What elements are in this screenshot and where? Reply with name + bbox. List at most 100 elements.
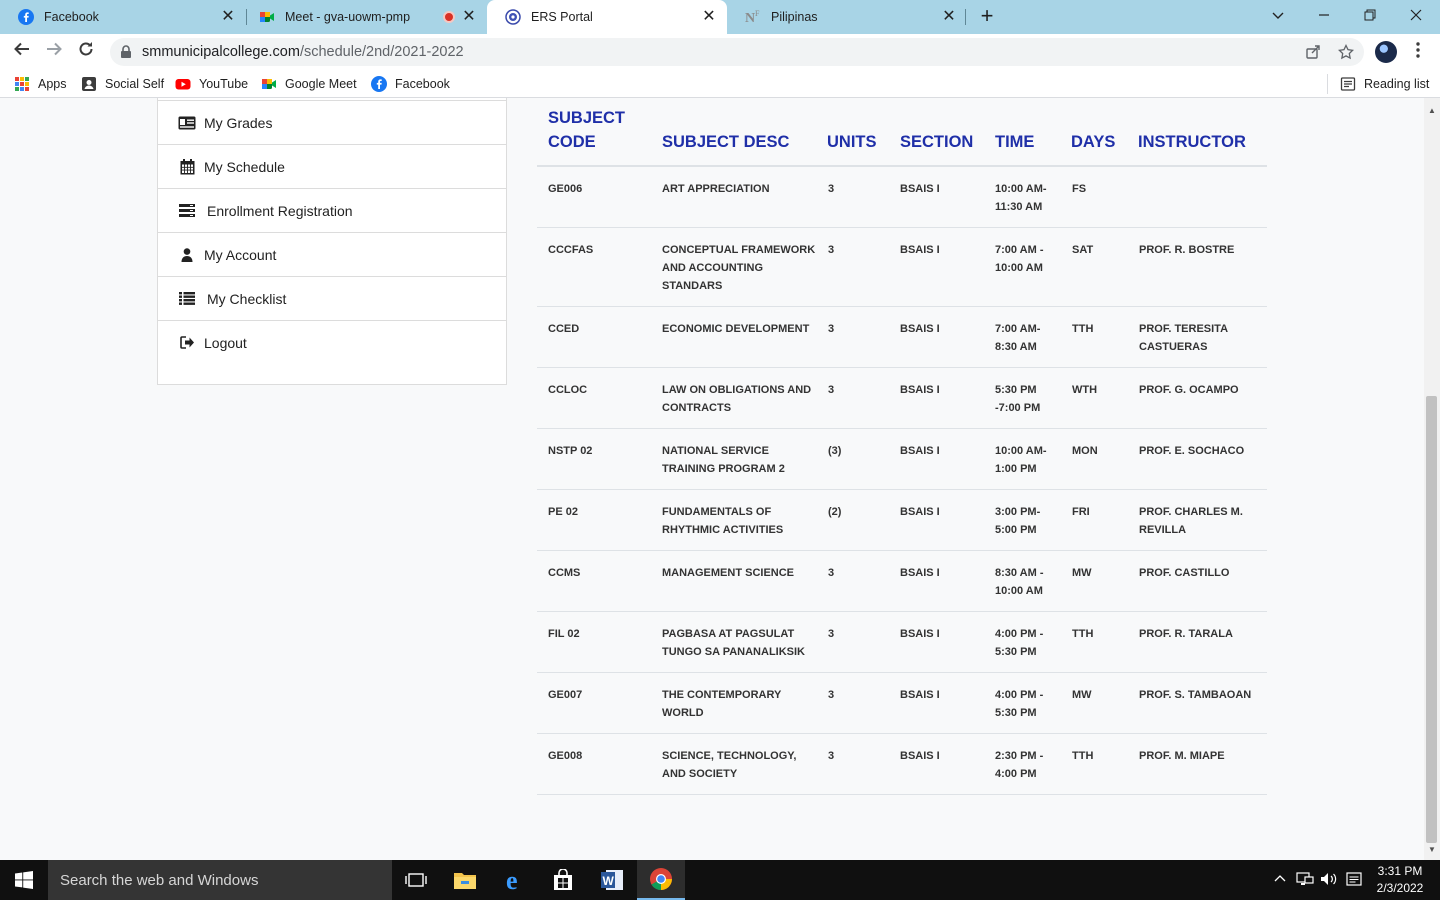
- table-row: CCLOC LAW ON OBLIGATIONS AND CONTRACTS 3 BSA…: [537, 368, 1267, 429]
- cell-days: SAT: [1072, 244, 1094, 256]
- minimize-button[interactable]: [1311, 4, 1337, 28]
- bookmark-label: YouTube: [199, 77, 249, 91]
- taskbar-clock[interactable]: 3:31 PM 2/3/2022: [1372, 863, 1428, 897]
- bookmark-star-icon[interactable]: [1337, 43, 1355, 62]
- sidebar-item-label: My Account: [204, 246, 277, 263]
- cell-subject-desc: CONCEPTUAL FRAMEWORK AND ACCOUNTING STANDA…: [662, 241, 815, 295]
- tab-google-meet[interactable]: Meet - gva-uowm-pmp ✕: [241, 0, 487, 34]
- cell-subject-desc-line: TRAINING PROGRAM 2: [662, 463, 785, 475]
- close-tab-icon[interactable]: ✕: [220, 9, 236, 25]
- forward-button[interactable]: [42, 40, 66, 64]
- taskbar-store[interactable]: [539, 860, 587, 900]
- bookmark-facebook[interactable]: Facebook: [371, 75, 450, 93]
- cell-time: 7:00 AM - 10:00 AM: [995, 241, 1044, 277]
- cell-time-line: 11:30 AM: [995, 201, 1043, 213]
- volume-icon[interactable]: [1320, 871, 1338, 889]
- bookmark-google-meet[interactable]: Google Meet: [261, 75, 357, 93]
- cell-section: BSAIS I: [900, 506, 940, 518]
- task-view-button[interactable]: [392, 860, 440, 900]
- cell-time: 10:00 AM- 11:30 AM: [995, 180, 1047, 216]
- bookmark-youtube[interactable]: YouTube: [175, 75, 248, 93]
- bookmark-apps[interactable]: Apps: [14, 75, 67, 93]
- cell-subject-code: FIL 02: [548, 628, 580, 640]
- forward-arrow-icon: [47, 42, 62, 56]
- cell-instructor: PROF. S. TAMBAOAN: [1139, 686, 1251, 704]
- tab-ers-portal[interactable]: ERS Portal ✕: [487, 0, 727, 34]
- schedule-table-body: GE006 ART APPRECIATION 3 BSAIS I 10:00 AM- 11…: [537, 167, 1267, 795]
- browser-menu-button[interactable]: [1410, 40, 1426, 64]
- taskbar-edge[interactable]: e: [491, 860, 539, 900]
- scrollbar-thumb[interactable]: [1426, 396, 1437, 843]
- back-button[interactable]: [10, 40, 34, 64]
- close-tab-icon[interactable]: ✕: [701, 9, 717, 25]
- cell-instructor-line: PROF. E. SOCHACO: [1139, 445, 1245, 457]
- schedule-table-header: SUBJECT CODE SUBJECT DESC UNITS SECTION …: [537, 98, 1267, 167]
- cell-subject-desc: SCIENCE, TECHNOLOGY, AND SOCIETY: [662, 747, 796, 783]
- cell-subject-desc-line: ART APPRECIATION: [662, 183, 770, 195]
- tab-search-button[interactable]: [1265, 4, 1291, 28]
- cell-time-line: 5:00 PM: [995, 524, 1037, 536]
- checklist-icon: [178, 291, 196, 307]
- cell-instructor: PROF. M. MIAPE: [1139, 747, 1225, 765]
- page-scrollbar[interactable]: ▲ ▼: [1424, 98, 1440, 860]
- share-icon[interactable]: [1304, 44, 1322, 62]
- sidebar-item-my-grades[interactable]: My Grades: [158, 100, 506, 144]
- cell-subject-desc: NATIONAL SERVICE TRAINING PROGRAM 2: [662, 442, 785, 478]
- bookmark-social-self[interactable]: Social Self: [81, 75, 164, 93]
- bookmarks-bar: Apps Social Self YouTube Google Meet Fac…: [0, 70, 1440, 98]
- sidebar-item-enrollment-registration[interactable]: Enrollment Registration: [158, 188, 506, 232]
- cell-subject-code: GE006: [548, 183, 583, 195]
- cell-subject-desc-line: NATIONAL SERVICE: [662, 445, 769, 457]
- cell-subject-desc-line: CONTRACTS: [662, 402, 732, 414]
- cell-time-line: 5:30 PM: [995, 646, 1037, 658]
- header-subject-code: SUBJECT CODE: [548, 106, 625, 154]
- table-row: CCCFAS CONCEPTUAL FRAMEWORK AND ACCOUNTING…: [537, 228, 1267, 307]
- sidebar-item-logout[interactable]: Logout: [158, 320, 506, 364]
- close-window-button[interactable]: [1403, 4, 1429, 28]
- tab-title: Meet - gva-uowm-pmp: [285, 10, 411, 24]
- bookmark-label: Apps: [38, 77, 67, 91]
- recording-icon: [443, 11, 455, 23]
- network-icon[interactable]: [1296, 871, 1314, 889]
- scroll-up-arrow-icon[interactable]: ▲: [1428, 107, 1436, 115]
- facebook-icon: [18, 9, 34, 25]
- clock-date: 2/3/2022: [1376, 881, 1424, 895]
- address-bar[interactable]: smmunicipalcollege.com/schedule/2nd/2021…: [110, 38, 1364, 66]
- close-tab-icon[interactable]: ✕: [461, 9, 477, 25]
- close-tab-icon[interactable]: ✕: [941, 9, 957, 25]
- reading-list-button[interactable]: Reading list: [1340, 75, 1429, 93]
- cell-time: 7:00 AM- 8:30 AM: [995, 320, 1040, 356]
- sidebar-item-label: My Schedule: [204, 158, 285, 175]
- sidebar-item-my-checklist[interactable]: My Checklist: [158, 276, 506, 320]
- sidebar-item-my-schedule[interactable]: My Schedule: [158, 144, 506, 188]
- taskbar-file-explorer[interactable]: [441, 860, 489, 900]
- svg-text:e: e: [506, 868, 518, 892]
- start-button[interactable]: [0, 860, 48, 900]
- taskbar-chrome[interactable]: [637, 860, 685, 900]
- cell-units: (2): [828, 506, 842, 518]
- show-hidden-icons-chevron-icon[interactable]: [1271, 871, 1289, 889]
- sidebar-menu: My Grades My Schedule Enrollment Registr…: [157, 98, 507, 385]
- cell-units: 3: [828, 628, 835, 640]
- cell-subject-code: GE007: [548, 689, 583, 701]
- edge-icon: e: [506, 868, 518, 892]
- reload-button[interactable]: [74, 40, 98, 64]
- header-section: SECTION: [900, 133, 974, 151]
- chrome-icon: [650, 868, 672, 890]
- tab-facebook[interactable]: Facebook ✕: [0, 0, 246, 34]
- tab-pilipinas[interactable]: NF Pilipinas ✕: [727, 0, 967, 34]
- more-vert-icon: [1416, 42, 1420, 58]
- taskbar-word[interactable]: W: [588, 860, 636, 900]
- scroll-down-arrow-icon[interactable]: ▼: [1428, 846, 1436, 854]
- restore-button[interactable]: [1357, 4, 1383, 28]
- sidebar-item-my-account[interactable]: My Account: [158, 232, 506, 276]
- cell-section: BSAIS I: [900, 384, 940, 396]
- action-center-icon[interactable]: [1345, 871, 1363, 889]
- table-row: FIL 02 PAGBASA AT PAGSULAT TUNGO SA PANANA…: [537, 612, 1267, 673]
- cell-units: 3: [828, 567, 835, 579]
- new-tab-button[interactable]: +: [976, 5, 998, 28]
- taskbar-search-box[interactable]: Search the web and Windows: [48, 860, 392, 900]
- cell-instructor-line: PROF. S. TAMBAOAN: [1139, 689, 1252, 701]
- profile-avatar[interactable]: [1375, 41, 1397, 63]
- cell-subject-desc-line: SCIENCE, TECHNOLOGY,: [662, 750, 797, 762]
